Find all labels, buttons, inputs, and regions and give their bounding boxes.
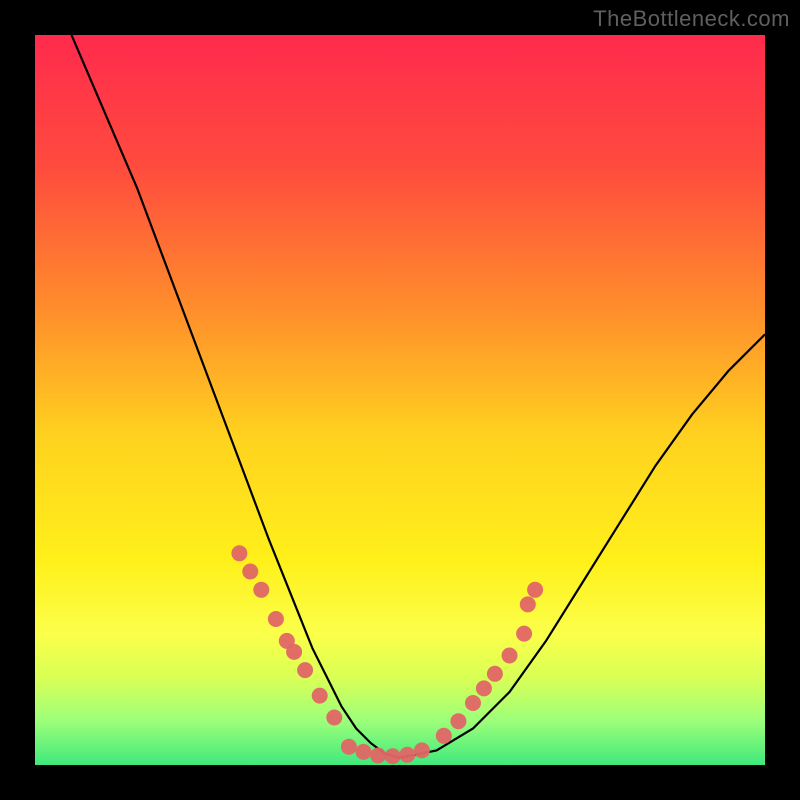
data-point — [436, 728, 452, 744]
data-point — [312, 688, 328, 704]
data-point — [465, 695, 481, 711]
data-point — [487, 666, 503, 682]
chart-frame: TheBottleneck.com — [0, 0, 800, 800]
data-point — [527, 582, 543, 598]
data-point — [520, 596, 536, 612]
data-point — [253, 582, 269, 598]
watermark-label: TheBottleneck.com — [593, 6, 790, 32]
data-point — [516, 626, 532, 642]
data-point — [414, 742, 430, 758]
data-point — [356, 744, 372, 760]
chart-svg — [35, 35, 765, 765]
data-point — [326, 710, 342, 726]
data-point — [242, 564, 258, 580]
data-point — [341, 739, 357, 755]
data-point — [297, 662, 313, 678]
data-point — [502, 648, 518, 664]
data-point — [476, 680, 492, 696]
data-point — [268, 611, 284, 627]
chart-bg — [35, 35, 765, 765]
data-point — [450, 713, 466, 729]
data-point — [370, 748, 386, 764]
data-point — [399, 747, 415, 763]
data-point — [286, 644, 302, 660]
data-point — [231, 545, 247, 561]
plot-area — [35, 35, 765, 765]
data-point — [385, 748, 401, 764]
